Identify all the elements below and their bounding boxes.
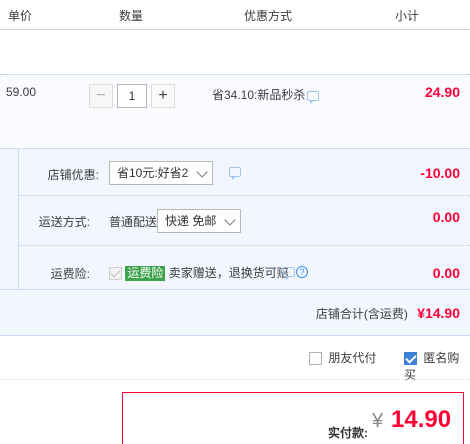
discount-label: 店铺优惠: bbox=[47, 168, 99, 182]
header-price: 单价 bbox=[8, 9, 33, 23]
shop-summary: 店铺优惠: 省10元:好省2 -10.00 运送方式: 普通配送 快递 免邮 0… bbox=[0, 148, 470, 336]
shop-total: 店铺合计(含运费) ¥14.90 bbox=[316, 305, 460, 322]
shipping-type: 普通配送 bbox=[109, 215, 158, 229]
chat-icon[interactable] bbox=[229, 167, 241, 180]
shop-total-value: ¥14.90 bbox=[417, 305, 460, 321]
anonymous-option[interactable]: 匿名购买 bbox=[404, 349, 470, 383]
shipping-option: 快递 免邮 bbox=[165, 214, 217, 228]
payment-value: 14.90 bbox=[391, 406, 452, 433]
payment-label: 实付款: bbox=[328, 426, 368, 440]
item-row: 59.00 − + 省34.10:新品秒杀 24.90 bbox=[0, 74, 470, 146]
insurance-row: 运费险 卖家赠送，退换货可赔 bbox=[109, 264, 289, 282]
shipping-select[interactable]: 快递 免邮 bbox=[157, 209, 242, 233]
item-subtotal: 24.90 bbox=[424, 84, 460, 100]
help-icon[interactable]: ? bbox=[296, 266, 308, 278]
item-promo: 省34.10:新品秒杀 bbox=[212, 88, 306, 102]
divider bbox=[18, 195, 470, 196]
discount-amount: -10.00 bbox=[420, 165, 460, 181]
friend-pay-option[interactable]: 朋友代付 bbox=[309, 349, 376, 366]
item-price: 59.00 bbox=[6, 85, 37, 99]
decrease-button[interactable]: − bbox=[89, 84, 113, 108]
chat-icon[interactable] bbox=[307, 91, 319, 104]
discount-option: 省10元:好省2 bbox=[117, 166, 189, 180]
chevron-down-icon bbox=[196, 166, 209, 178]
shipping-amount: 0.00 bbox=[432, 209, 460, 225]
shop-total-label: 店铺合计(含运费) bbox=[315, 307, 408, 321]
header-subtotal: 小计 bbox=[395, 9, 420, 23]
cart-header: 单价 数量 优惠方式 小计 bbox=[0, 0, 470, 30]
header-quantity: 数量 bbox=[119, 9, 144, 23]
insurance-badge: 运费险 bbox=[125, 266, 166, 282]
quantity-input[interactable] bbox=[117, 84, 147, 108]
anonymous-checkbox[interactable] bbox=[404, 352, 417, 366]
friend-pay-checkbox[interactable] bbox=[309, 352, 322, 366]
divider bbox=[0, 289, 470, 290]
divider bbox=[0, 379, 470, 380]
chat-icon[interactable] bbox=[283, 267, 295, 280]
payment-currency: ¥ bbox=[372, 410, 384, 432]
increase-button[interactable]: + bbox=[151, 84, 175, 108]
divider bbox=[18, 245, 470, 246]
quantity-stepper: − + bbox=[89, 84, 175, 108]
insurance-label: 运费险: bbox=[50, 267, 90, 281]
friend-pay-label: 朋友代付 bbox=[328, 351, 377, 365]
insurance-amount: 0.00 bbox=[432, 265, 460, 281]
header-promo: 优惠方式 bbox=[244, 9, 293, 23]
discount-select[interactable]: 省10元:好省2 bbox=[109, 161, 214, 185]
shipping-label: 运送方式: bbox=[38, 215, 90, 229]
chevron-down-icon bbox=[224, 214, 237, 226]
payment-summary: 实付款: ¥ 14.90 bbox=[122, 392, 464, 444]
insurance-checkbox[interactable] bbox=[109, 267, 122, 281]
insurance-desc: 卖家赠送，退换货可赔 bbox=[168, 266, 289, 280]
